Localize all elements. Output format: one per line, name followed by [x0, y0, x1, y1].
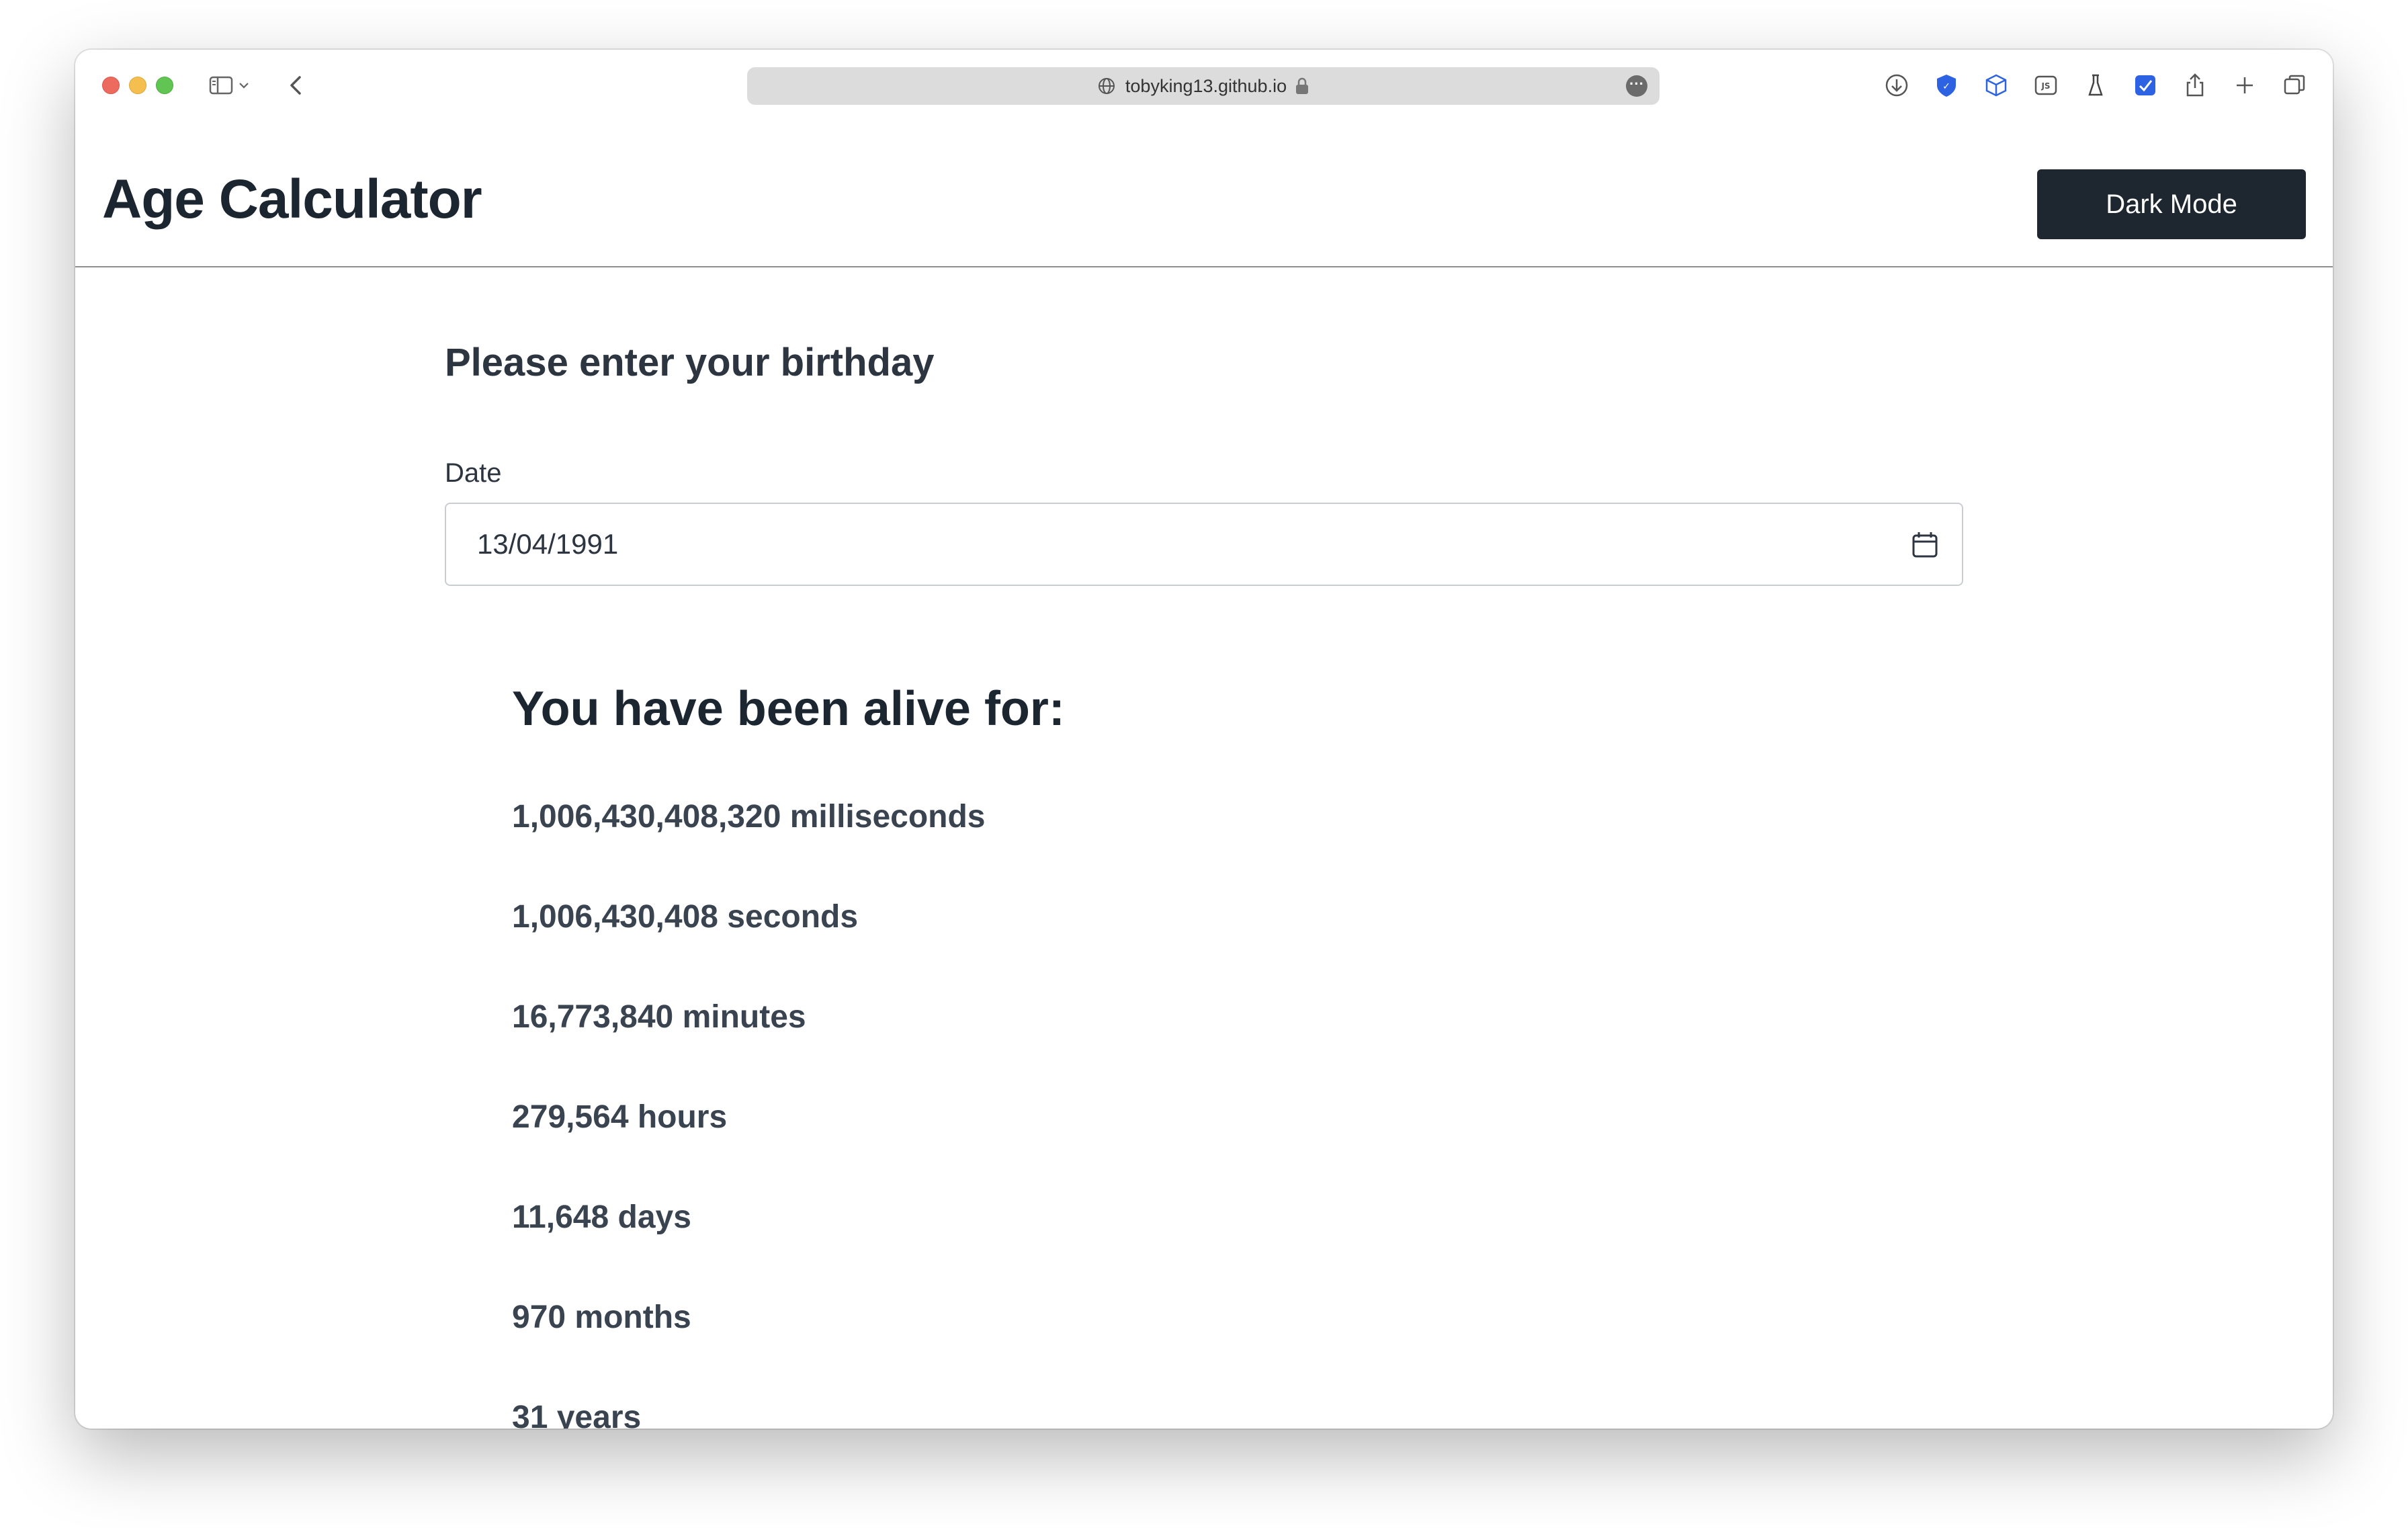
new-tab-icon[interactable]	[2227, 67, 2263, 103]
url-text: tobyking13.github.io	[1125, 75, 1287, 96]
result-hours: 279,564 hours	[512, 1099, 728, 1135]
extension-cube-icon[interactable]	[1978, 67, 2014, 103]
chevron-down-icon[interactable]	[234, 67, 254, 103]
extension-flask-icon[interactable]	[2077, 67, 2114, 103]
more-icon[interactable]: ···	[1626, 75, 1647, 97]
date-value[interactable]: 13/04/1991	[477, 528, 618, 560]
close-window-button[interactable]	[102, 77, 120, 94]
result-seconds: 1,006,430,408 seconds	[512, 899, 859, 935]
result-years: 31 years	[512, 1400, 642, 1429]
result-days: 11,648 days	[512, 1199, 691, 1235]
birthday-prompt-heading: Please enter your birthday	[445, 341, 935, 384]
browser-toolbar: tobyking13.github.io ··· ✓ JS	[75, 50, 2333, 122]
globe-icon	[1098, 78, 1115, 94]
result-milliseconds: 1,006,430,408,320 milliseconds	[512, 799, 986, 835]
zoom-window-button[interactable]	[156, 77, 173, 94]
results-title: You have been alive for:	[512, 682, 1065, 736]
share-icon[interactable]	[2177, 67, 2213, 103]
back-arrow-icon[interactable]	[278, 67, 314, 103]
download-icon[interactable]	[1879, 67, 1915, 103]
calendar-icon[interactable]	[1909, 529, 1940, 560]
address-bar[interactable]: tobyking13.github.io ···	[747, 67, 1660, 105]
page-title: Age Calculator	[102, 169, 482, 230]
extension-check-icon[interactable]	[2127, 67, 2163, 103]
lock-icon	[1296, 77, 1309, 94]
svg-text:✓: ✓	[1942, 81, 1950, 92]
date-label: Date	[445, 458, 502, 488]
minimize-window-button[interactable]	[129, 77, 146, 94]
tabs-overview-icon[interactable]	[2276, 67, 2313, 103]
page-header: Age Calculator Dark Mode	[75, 117, 2333, 267]
extension-shield-icon[interactable]: ✓	[1928, 67, 1965, 103]
extension-js-icon[interactable]: JS	[2028, 67, 2064, 103]
dark-mode-button[interactable]: Dark Mode	[2037, 169, 2306, 239]
browser-window: tobyking13.github.io ··· ✓ JS Age Calcul…	[75, 50, 2333, 1429]
svg-text:JS: JS	[2040, 81, 2050, 91]
date-input[interactable]: 13/04/1991	[445, 503, 1963, 586]
result-months: 970 months	[512, 1300, 691, 1335]
result-minutes: 16,773,840 minutes	[512, 999, 806, 1035]
